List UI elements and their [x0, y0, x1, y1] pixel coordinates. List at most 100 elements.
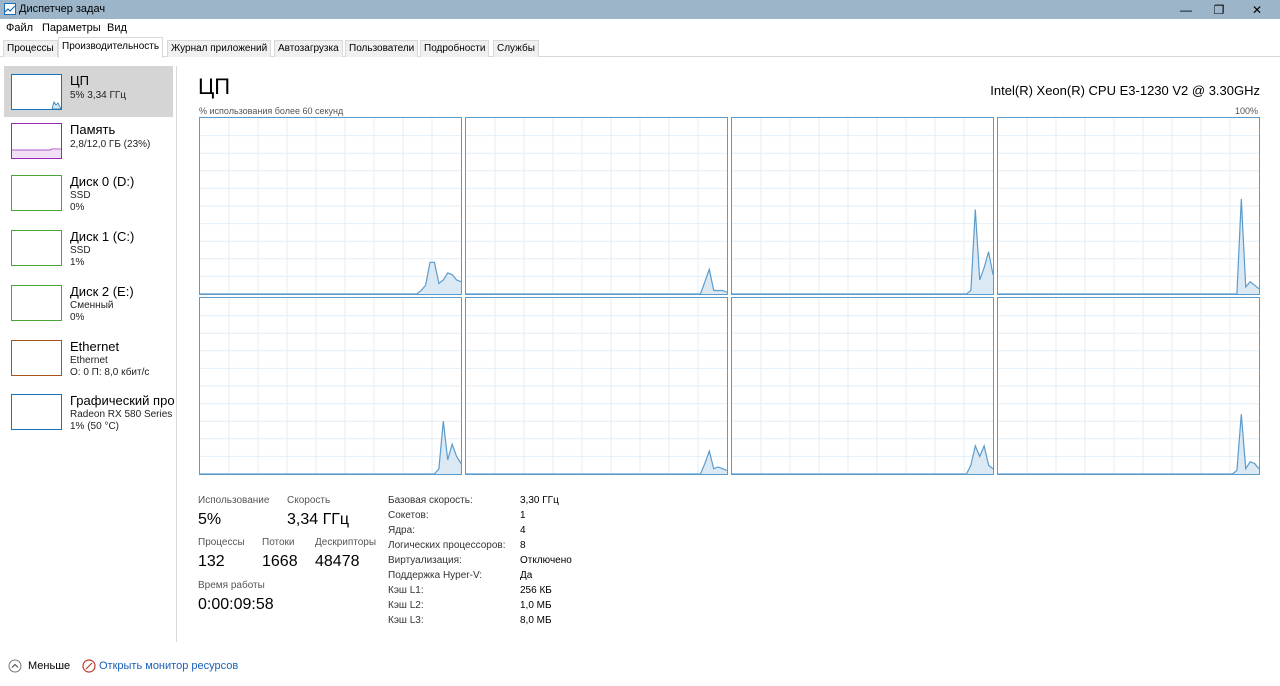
detail-value: 8	[520, 540, 526, 551]
graph-caption: % использования более 60 секунд	[199, 106, 344, 116]
tab-details[interactable]: Подробности	[420, 40, 490, 57]
sidebar-label: Диск 1 (C:)	[70, 229, 135, 244]
core-usage-line	[998, 414, 1260, 475]
processes-label: Процессы	[198, 537, 245, 548]
core-graph-2	[731, 117, 994, 295]
core-graph-6	[731, 297, 994, 475]
sidebar-sub: О: 0 П: 8,0 кбит/с	[70, 367, 150, 378]
usage-value: 5%	[198, 511, 222, 528]
core-usage-area	[732, 445, 993, 474]
menu-options[interactable]: Параметры	[42, 22, 101, 34]
threads-value: 1668	[262, 553, 298, 570]
core-usage-line	[732, 443, 994, 475]
resource-sidebar: ЦП 5% 3,34 ГГц Память 2,8/12,0 ГБ (23%) …	[0, 66, 177, 642]
menu-view[interactable]: Вид	[107, 22, 127, 34]
ethernet-thumbnail	[11, 340, 62, 376]
disk1-thumbnail	[11, 230, 62, 266]
sidebar-sub: 0%	[70, 202, 85, 213]
tab-app-history[interactable]: Журнал приложений	[167, 40, 272, 57]
sidebar-item-gpu[interactable]: Графический про Radeon RX 580 Series 1% …	[4, 389, 175, 440]
core-usage-area	[466, 269, 727, 294]
sidebar-label: Графический про	[70, 393, 175, 408]
sidebar-label: ЦП	[70, 73, 89, 88]
tab-services[interactable]: Службы	[493, 40, 539, 57]
detail-value: Да	[520, 570, 533, 581]
cpu-thumbnail	[11, 74, 62, 110]
detail-value: 1	[520, 510, 526, 521]
menu-file[interactable]: Файл	[6, 22, 33, 34]
sidebar-item-disk0[interactable]: Диск 0 (D:) SSD 0%	[4, 170, 173, 221]
sidebar-item-memory[interactable]: Память 2,8/12,0 ГБ (23%)	[4, 118, 173, 169]
open-resource-monitor-link[interactable]: Открыть монитор ресурсов	[99, 660, 238, 672]
detail-value: 3,30 ГГц	[520, 495, 559, 506]
sidebar-sub: 5% 3,34 ГГц	[70, 90, 127, 101]
sidebar-sub: SSD	[70, 190, 91, 201]
core-usage-line	[200, 261, 462, 295]
graph-max-label: 100%	[1234, 106, 1258, 116]
sidebar-sub: 1% (50 °C)	[70, 421, 120, 432]
core-usage-area	[998, 198, 1259, 294]
sidebar-sub: 1%	[70, 257, 85, 268]
task-manager-icon	[4, 3, 16, 15]
detail-value: 8,0 МБ	[520, 615, 552, 626]
menu-bar: Файл Параметры Вид	[0, 19, 1280, 37]
threads-label: Потоки	[262, 537, 295, 548]
tab-performance[interactable]: Производительность	[58, 37, 164, 58]
sidebar-sub: 2,8/12,0 ГБ (23%)	[70, 139, 151, 150]
core-graph-5	[465, 297, 728, 475]
tab-bar: Процессы Производительность Журнал прило…	[0, 37, 1280, 58]
detail-key: Кэш L3:	[388, 615, 424, 626]
core-usage-line	[200, 421, 462, 475]
detail-key: Логических процессоров:	[388, 540, 506, 551]
sidebar-label: Диск 2 (E:)	[70, 284, 134, 299]
speed-value: 3,34 ГГц	[287, 511, 350, 528]
sidebar-sub: Ethernet	[70, 355, 108, 366]
core-usage-line	[466, 449, 728, 475]
sidebar-item-ethernet[interactable]: Ethernet Ethernet О: 0 П: 8,0 кбит/с	[4, 335, 173, 386]
window-title: Диспетчер задач	[19, 3, 106, 15]
detail-key: Поддержка Hyper-V:	[388, 570, 483, 581]
sidebar-label: Ethernet	[70, 339, 120, 354]
sidebar-sub: Сменный	[70, 300, 114, 311]
core-graph-0	[199, 117, 462, 295]
sidebar-sub: Radeon RX 580 Series	[70, 409, 173, 420]
chevron-up-icon[interactable]	[8, 659, 22, 673]
disk0-thumbnail	[11, 175, 62, 211]
uptime-value: 0:00:09:58	[198, 596, 274, 613]
sidebar-item-cpu[interactable]: ЦП 5% 3,34 ГГц	[4, 66, 173, 117]
detail-key: Кэш L1:	[388, 585, 424, 596]
gpu-thumbnail	[11, 394, 62, 430]
tab-startup[interactable]: Автозагрузка	[274, 40, 343, 57]
sidebar-item-disk1[interactable]: Диск 1 (C:) SSD 1%	[4, 225, 173, 276]
core-usage-area	[466, 451, 727, 474]
processes-value: 132	[198, 553, 225, 570]
core-usage-line	[732, 209, 994, 295]
cpu-model: Intel(R) Xeon(R) CPU E3-1230 V2 @ 3.30GH…	[990, 83, 1260, 98]
core-usage-area	[732, 209, 993, 294]
page-title: ЦП	[198, 74, 231, 99]
detail-key: Сокетов:	[388, 510, 429, 521]
close-button[interactable]: ✕	[1234, 0, 1280, 19]
disk2-thumbnail	[11, 285, 62, 321]
resource-monitor-icon	[82, 659, 96, 673]
usage-label: Использование	[198, 495, 270, 506]
uptime-label: Время работы	[198, 580, 265, 591]
sidebar-item-disk2[interactable]: Диск 2 (E:) Сменный 0%	[4, 280, 173, 331]
tab-users[interactable]: Пользователи	[345, 40, 419, 57]
core-usage-line	[466, 267, 728, 295]
sidebar-label: Память	[70, 122, 116, 137]
core-graph-1	[465, 117, 728, 295]
memory-thumbnail	[11, 123, 62, 159]
fewer-details-button[interactable]: Меньше	[28, 660, 70, 672]
footer: Меньше Открыть монитор ресурсов	[0, 652, 1280, 680]
core-graph-4	[199, 297, 462, 475]
detail-value: Отключено	[520, 555, 572, 566]
core-usage-line	[998, 198, 1260, 295]
sidebar-sub: 0%	[70, 312, 85, 323]
detail-value: 1,0 МБ	[520, 600, 552, 611]
tab-processes[interactable]: Процессы	[3, 40, 58, 57]
title-bar: Диспетчер задач — ❐ ✕	[0, 0, 1280, 19]
detail-key: Базовая скорость:	[388, 495, 473, 506]
speed-label: Скорость	[287, 495, 331, 506]
detail-key: Кэш L2:	[388, 600, 424, 611]
